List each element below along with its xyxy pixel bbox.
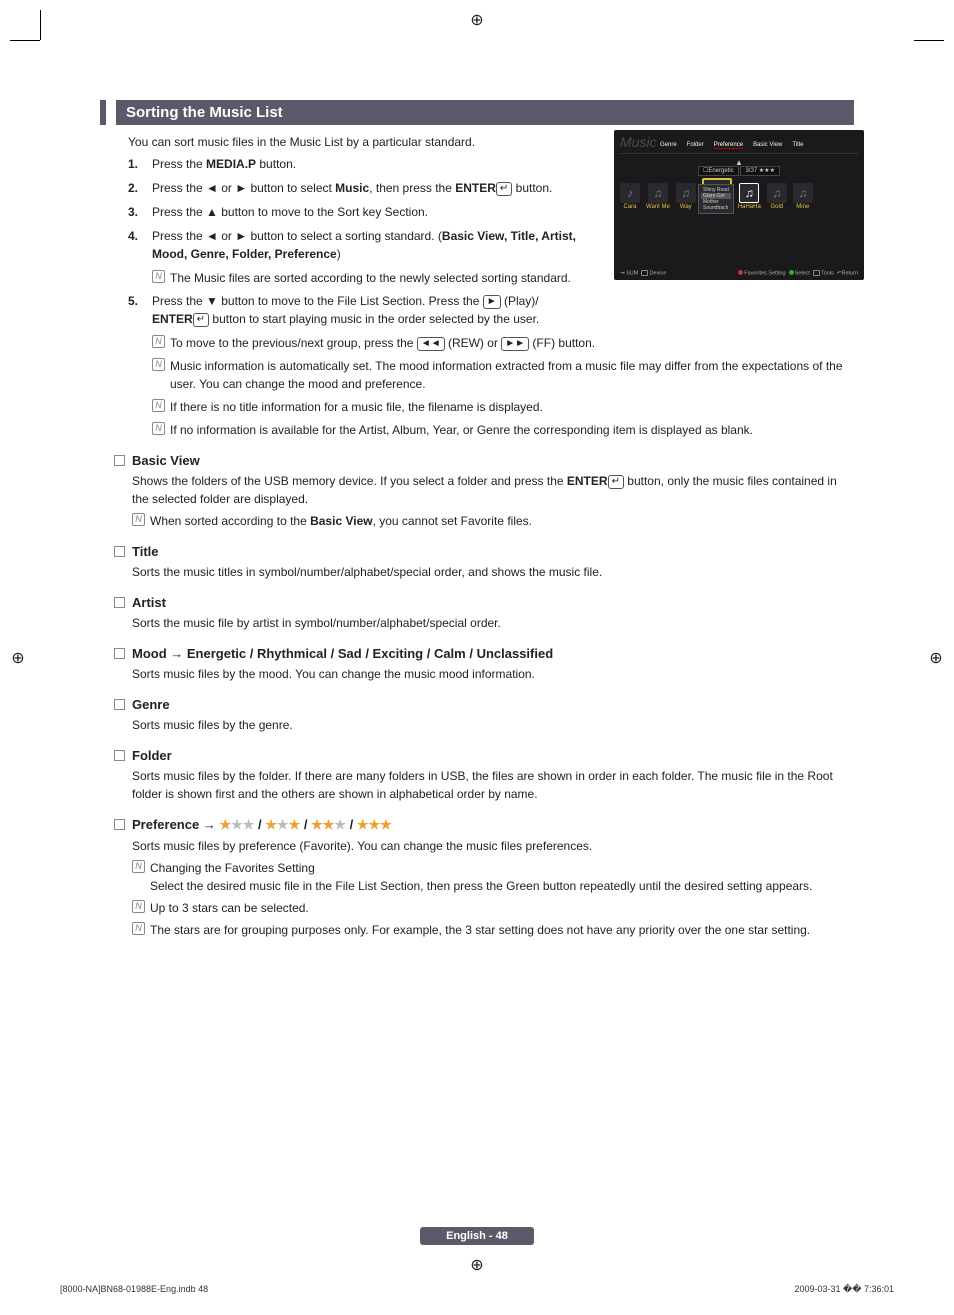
step-5-note-2: N Music information is automatically set… <box>152 357 854 393</box>
star-group-icon: ★★★ <box>311 817 346 832</box>
crop-mark <box>10 40 40 41</box>
ui-tab: Title <box>792 142 803 149</box>
square-bullet-icon <box>114 819 125 830</box>
ff-icon: ►► <box>501 337 529 351</box>
square-bullet-icon <box>114 648 125 659</box>
note-icon: N <box>152 399 165 412</box>
square-bullet-icon <box>114 455 125 466</box>
step-5-note-1: N To move to the previous/next group, pr… <box>152 334 854 352</box>
note-icon: N <box>152 270 165 283</box>
step-4-note: N The Music files are sorted according t… <box>152 269 854 287</box>
note-icon: N <box>152 422 165 435</box>
square-bullet-icon <box>114 750 125 761</box>
square-bullet-icon <box>114 699 125 710</box>
note-icon: N <box>152 358 165 371</box>
doc-timestamp: 2009-03-31 �� 7:36:01 <box>794 1284 894 1295</box>
section-heading: Sorting the Music List <box>100 100 854 125</box>
doc-filename: [8000-NA]BN68-01988E-Eng.indb 48 <box>60 1284 208 1295</box>
square-bullet-icon <box>114 597 125 608</box>
registration-mark-icon: ⊕ <box>467 10 487 30</box>
play-icon: ► <box>483 295 501 309</box>
enter-icon: ↵ <box>193 313 209 327</box>
divider <box>620 153 858 154</box>
square-bullet-icon <box>114 546 125 557</box>
page-footer: English - 48 <box>100 1227 854 1245</box>
step-5-note-4: N If no information is available for the… <box>152 421 854 439</box>
subsection-mood: Mood → Energetic / Rhythmical / Sad / Ex… <box>114 646 854 683</box>
subsection-genre: Genre Sorts music files by the genre. <box>114 697 854 734</box>
subsection-basic-view: Basic View Shows the folders of the USB … <box>114 453 854 530</box>
rew-icon: ◄◄ <box>417 337 445 351</box>
subsection-title: Title Sorts the music titles in symbol/n… <box>114 544 854 581</box>
page-number-badge: English - 48 <box>420 1227 534 1245</box>
star-group-icon: ★★★ <box>219 817 254 832</box>
crop-mark <box>40 10 41 40</box>
ui-tab: Basic View <box>753 142 782 149</box>
star-group-icon: ★★★ <box>265 817 300 832</box>
star-group-icon: ★★★ <box>357 817 392 832</box>
enter-icon: ↵ <box>496 182 512 196</box>
note-icon: N <box>132 513 145 526</box>
ui-tab: Genre <box>660 142 677 149</box>
note-icon: N <box>152 335 165 348</box>
step-2: 2. Press the ◄ or ► button to select Mus… <box>128 179 854 197</box>
note-icon: N <box>132 900 145 913</box>
step-1: 1. Press the MEDIA.P button. <box>128 155 854 173</box>
steps-list-cont: 5. Press the ▼ button to move to the Fil… <box>128 292 854 328</box>
page-content: Sorting the Music List Music Genre Folde… <box>100 100 854 1245</box>
ui-tab-selected: Preference <box>714 142 743 149</box>
registration-mark-icon: ⊕ <box>467 1255 487 1275</box>
registration-mark-icon: ⊕ <box>8 648 28 668</box>
step-4: 4. Press the ◄ or ► button to select a s… <box>128 227 598 263</box>
registration-mark-icon: ⊕ <box>926 648 946 668</box>
note-icon: N <box>132 922 145 935</box>
step-3: 3. Press the ▲ button to move to the Sor… <box>128 203 854 221</box>
step-5-note-3: N If there is no title information for a… <box>152 398 854 416</box>
note-icon: N <box>132 860 145 873</box>
section-title: Sorting the Music List <box>116 100 854 125</box>
subsection-preference: Preference → ★★★ / ★★★ / ★★★ / ★★★ Sorts… <box>114 817 854 939</box>
enter-icon: ↵ <box>608 475 624 489</box>
subsection-artist: Artist Sorts the music file by artist in… <box>114 595 854 632</box>
print-metadata: [8000-NA]BN68-01988E-Eng.indb 48 2009-03… <box>60 1284 894 1295</box>
ui-tab: Folder <box>687 142 704 149</box>
subsection-folder: Folder Sorts music files by the folder. … <box>114 748 854 803</box>
step-5: 5. Press the ▼ button to move to the Fil… <box>128 292 854 328</box>
crop-mark <box>914 40 944 41</box>
heading-accent <box>100 100 106 125</box>
